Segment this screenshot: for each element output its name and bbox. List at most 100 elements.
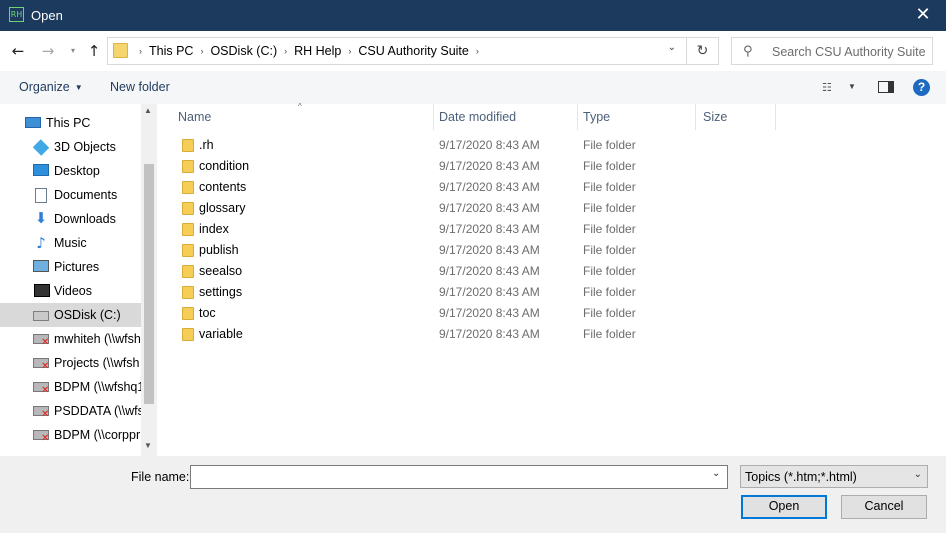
scrollbar-thumb[interactable] (144, 164, 154, 404)
column-header-size[interactable]: Size (697, 104, 775, 130)
bottom-panel: File name: ⌄ Topics (*.htm;*.html) ⌄ Ope… (0, 456, 946, 533)
table-row[interactable]: index 9/17/2020 8:43 AM File folder (174, 219, 774, 240)
breadcrumb-separator-icon[interactable]: › (200, 46, 203, 56)
file-name: variable (199, 327, 243, 341)
breadcrumb-separator-icon[interactable]: › (284, 46, 287, 56)
table-row[interactable]: condition 9/17/2020 8:43 AM File folder (174, 156, 774, 177)
table-row[interactable]: seealso 9/17/2020 8:43 AM File folder (174, 261, 774, 282)
help-icon[interactable]: ? (913, 79, 930, 96)
table-row[interactable]: glossary 9/17/2020 8:43 AM File folder (174, 198, 774, 219)
file-date: 9/17/2020 8:43 AM (439, 222, 540, 236)
chevron-down-icon[interactable]: ⌄ (668, 42, 676, 53)
sidebar-scrollbar[interactable]: ▲ ▼ (141, 104, 157, 456)
table-row[interactable]: settings 9/17/2020 8:43 AM File folder (174, 282, 774, 303)
breadcrumb-this-pc[interactable]: This PC (149, 44, 193, 58)
preview-pane-icon[interactable] (878, 81, 894, 93)
computer-icon (25, 117, 41, 128)
open-button[interactable]: Open (741, 495, 827, 519)
breadcrumb-osdisk[interactable]: OSDisk (C:) (210, 44, 277, 58)
sidebar-item-documents[interactable]: Documents (0, 183, 141, 207)
file-name-label: File name: (131, 470, 190, 484)
organize-button[interactable]: Organize ▼ (19, 80, 83, 94)
documents-icon (35, 188, 47, 203)
table-row[interactable]: toc 9/17/2020 8:43 AM File folder (174, 303, 774, 324)
sidebar-item-label: Downloads (54, 212, 116, 226)
file-type: File folder (583, 180, 636, 194)
title-bar: RH Open ✕ (0, 0, 946, 31)
recent-locations-chevron-icon[interactable]: ▾ (66, 38, 80, 64)
refresh-icon[interactable]: ↻ (687, 37, 719, 65)
file-type: File folder (583, 285, 636, 299)
folder-icon (182, 328, 194, 341)
folder-icon (182, 181, 194, 194)
file-name: publish (199, 243, 239, 257)
cancel-button[interactable]: Cancel (841, 495, 927, 519)
table-row[interactable]: .rh 9/17/2020 8:43 AM File folder (174, 135, 774, 156)
sidebar-item-projects[interactable]: Projects (\\wfsh (0, 351, 141, 375)
navigation-pane: This PC 3D Objects Desktop Documents ⬇ D… (0, 104, 157, 456)
file-name: index (199, 222, 229, 236)
close-icon[interactable]: ✕ (900, 0, 946, 31)
sidebar-item-label: BDPM (\\wfshq1 (54, 380, 141, 394)
sidebar-item-videos[interactable]: Videos (0, 279, 141, 303)
column-divider[interactable] (775, 104, 776, 130)
table-row[interactable]: variable 9/17/2020 8:43 AM File folder (174, 324, 774, 345)
folder-icon (182, 244, 194, 257)
file-name: glossary (199, 201, 246, 215)
file-name: contents (199, 180, 247, 194)
scroll-down-icon[interactable]: ▼ (144, 441, 152, 450)
sidebar-item-desktop[interactable]: Desktop (0, 159, 141, 183)
file-date: 9/17/2020 8:43 AM (439, 264, 540, 278)
breadcrumb-separator-icon[interactable]: › (476, 46, 479, 56)
file-type: File folder (583, 264, 636, 278)
sidebar-item-3d-objects[interactable]: 3D Objects (0, 135, 141, 159)
breadcrumb-separator-icon[interactable]: › (348, 46, 351, 56)
file-name: seealso (199, 264, 243, 278)
column-header-name[interactable]: Name (172, 104, 432, 130)
breadcrumb-csu-authority-suite[interactable]: CSU Authority Suite (358, 44, 468, 58)
sidebar-item-this-pc[interactable]: This PC (0, 111, 141, 135)
breadcrumb-separator-icon[interactable]: › (139, 46, 142, 56)
pictures-icon (33, 260, 49, 272)
up-arrow-icon[interactable]: ↑ (83, 38, 105, 64)
search-input[interactable]: ⚲ Search CSU Authority Suite (731, 37, 933, 65)
sidebar-item-bdpm-corppr[interactable]: BDPM (\\corppr (0, 423, 141, 447)
column-header-date-modified[interactable]: Date modified (433, 104, 577, 130)
chevron-down-icon[interactable]: ⌄ (712, 468, 720, 479)
new-folder-button[interactable]: New folder (110, 80, 170, 94)
column-header-type[interactable]: Type (577, 104, 695, 130)
disk-drive-icon (33, 311, 49, 321)
sidebar-item-mwhiteh[interactable]: mwhiteh (\\wfsh (0, 327, 141, 351)
forward-arrow-icon[interactable]: → (37, 38, 59, 64)
sidebar-item-music[interactable]: ♪ Music (0, 231, 141, 255)
back-arrow-icon[interactable]: ← (7, 38, 29, 64)
sidebar-item-pictures[interactable]: Pictures (0, 255, 141, 279)
column-divider[interactable] (695, 104, 696, 130)
file-type: File folder (583, 243, 636, 257)
sidebar-item-osdisk[interactable]: OSDisk (C:) (0, 303, 141, 327)
folder-icon (182, 307, 194, 320)
file-list: ^ Name Date modified Type Size .rh 9/17/… (158, 102, 946, 456)
address-bar[interactable]: › This PC › OSDisk (C:) › RH Help › CSU Authori… (107, 37, 687, 65)
file-type: File folder (583, 159, 636, 173)
table-row[interactable]: contents 9/17/2020 8:43 AM File folder (174, 177, 774, 198)
change-view-icon[interactable]: ☷ (822, 81, 832, 94)
file-date: 9/17/2020 8:43 AM (439, 306, 540, 320)
organize-label: Organize (19, 80, 70, 94)
table-row[interactable]: publish 9/17/2020 8:43 AM File folder (174, 240, 774, 261)
file-type: File folder (583, 201, 636, 215)
caret-down-icon[interactable]: ▼ (848, 82, 856, 91)
file-name-input[interactable] (190, 465, 728, 489)
scroll-up-icon[interactable]: ▲ (144, 106, 152, 115)
breadcrumb-rh-help[interactable]: RH Help (294, 44, 341, 58)
sidebar-item-bdpm-wfshq1[interactable]: BDPM (\\wfshq1 (0, 375, 141, 399)
file-type-select[interactable]: Topics (*.htm;*.html) ⌄ (740, 465, 928, 488)
sidebar-item-downloads[interactable]: ⬇ Downloads (0, 207, 141, 231)
sidebar-item-label: BDPM (\\corppr (54, 428, 141, 442)
sidebar-item-psddata[interactable]: PSDDATA (\\wfsl (0, 399, 141, 423)
file-name: condition (199, 159, 250, 173)
file-name: .rh (199, 138, 214, 152)
network-drive-disconnected-icon (33, 334, 49, 348)
search-placeholder: Search CSU Authority Suite (772, 45, 926, 59)
folder-icon (182, 286, 194, 299)
